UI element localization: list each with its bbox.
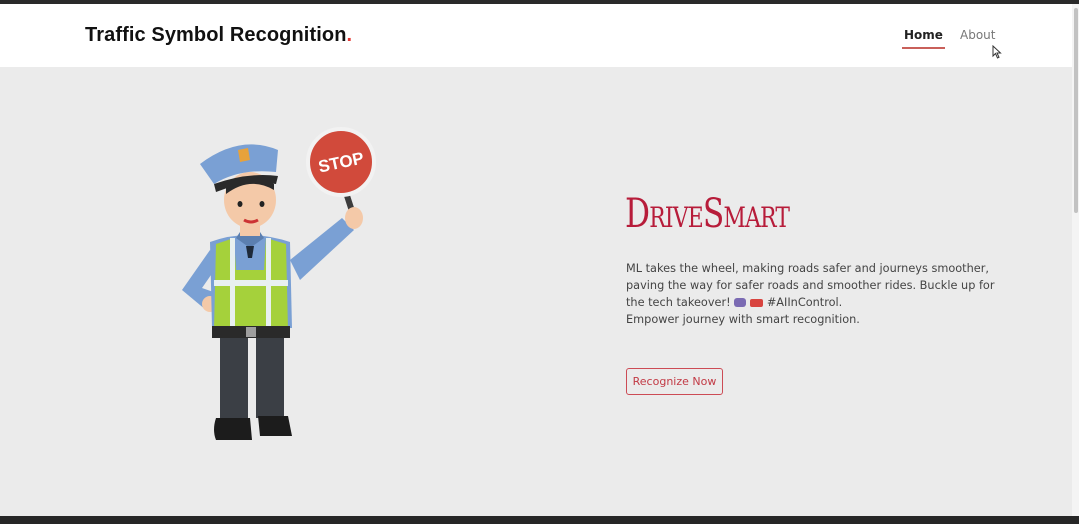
mouse-cursor-icon	[992, 45, 1002, 59]
window-bottom-border	[0, 516, 1079, 524]
hero-hashtag: #AIInControl.	[766, 296, 843, 309]
recognize-now-button[interactable]: Recognize Now	[626, 368, 723, 395]
traffic-police-illustration: STOP	[182, 127, 376, 440]
hero-description: ML takes the wheel, making roads safer a…	[626, 260, 996, 328]
page: Traffic Symbol Recognition. Home About S…	[0, 4, 1072, 516]
hero-title: DriveSmart	[625, 191, 790, 237]
nav-home-link[interactable]: Home	[902, 28, 945, 49]
truck-emoji-icon	[750, 299, 764, 307]
stop-sign-icon: STOP	[306, 127, 376, 226]
top-navbar: Traffic Symbol Recognition. Home About	[0, 4, 1072, 67]
car-emoji-icon	[734, 298, 747, 307]
brand-title[interactable]: Traffic Symbol Recognition.	[85, 24, 352, 47]
hero-line-2: Empower journey with smart recognition.	[626, 313, 860, 326]
scrollbar-thumb[interactable]	[1074, 8, 1078, 213]
nav-about-link[interactable]: About	[960, 28, 995, 42]
